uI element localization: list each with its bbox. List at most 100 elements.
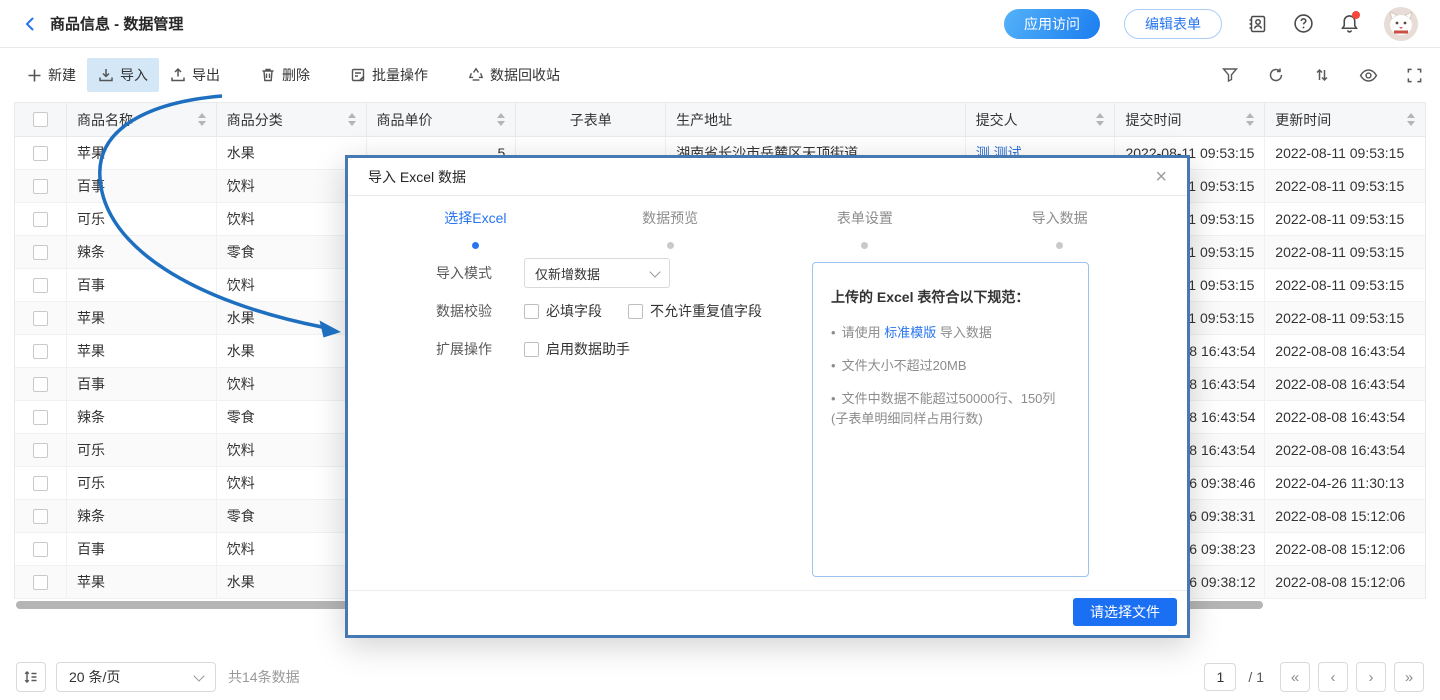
checkbox-box[interactable] — [524, 304, 539, 319]
sort-carets-icon[interactable] — [1096, 113, 1104, 126]
recycle-bin-button[interactable]: 数据回收站 — [457, 58, 571, 92]
checkbox-box[interactable] — [628, 304, 643, 319]
no-duplicate-checkbox[interactable]: 不允许重复值字段 — [628, 301, 762, 321]
delete-button[interactable]: 删除 — [249, 58, 321, 92]
row-checkbox[interactable] — [33, 377, 48, 392]
row-height-icon[interactable] — [16, 662, 46, 692]
column-header-name[interactable]: 商品名称 — [67, 103, 217, 136]
cell-name: 辣条 — [67, 236, 217, 268]
upload-notice-panel: 上传的 Excel 表符合以下规范： •请使用 标准模版 导入数据 •文件大小不… — [812, 262, 1089, 577]
recycle-icon — [468, 67, 484, 83]
import-icon — [98, 67, 114, 83]
column-header-price[interactable]: 商品单价 — [367, 103, 517, 136]
column-header-submitter[interactable]: 提交人 — [966, 103, 1116, 136]
row-checkbox[interactable] — [33, 542, 48, 557]
import-button[interactable]: 导入 — [87, 58, 159, 92]
cell-update-time: 2022-08-08 15:12:06 — [1265, 500, 1425, 532]
close-icon[interactable]: × — [1155, 167, 1167, 187]
data-validation-label: 数据校验 — [436, 301, 498, 321]
column-header-update-time[interactable]: 更新时间 — [1265, 103, 1425, 136]
first-page-button[interactable]: « — [1280, 662, 1310, 692]
cell-name: 百事 — [67, 269, 217, 301]
refresh-icon[interactable] — [1266, 65, 1286, 85]
import-mode-select[interactable]: 仅新增数据 — [524, 258, 670, 288]
page-number-input[interactable]: 1 — [1204, 663, 1236, 691]
delete-label: 删除 — [282, 65, 310, 85]
help-icon[interactable] — [1292, 13, 1314, 35]
import-label: 导入 — [120, 65, 148, 85]
row-checkbox[interactable] — [33, 179, 48, 194]
select-all-checkbox[interactable] — [33, 112, 48, 127]
next-page-button[interactable]: › — [1356, 662, 1386, 692]
step-select-excel[interactable]: 选择Excel — [378, 208, 573, 249]
prev-page-button[interactable]: ‹ — [1318, 662, 1348, 692]
column-header-category[interactable]: 商品分类 — [217, 103, 367, 136]
cell-update-time: 2022-08-08 16:43:54 — [1265, 434, 1425, 466]
app-access-button[interactable]: 应用访问 — [1004, 9, 1100, 39]
chevron-down-icon — [193, 670, 204, 681]
step-dot — [1056, 242, 1063, 249]
step-form-settings[interactable]: 表单设置 — [768, 208, 963, 249]
export-button[interactable]: 导出 — [159, 58, 231, 92]
extension-operation-label: 扩展操作 — [436, 339, 498, 359]
filter-icon[interactable] — [1220, 65, 1240, 85]
row-checkbox[interactable] — [33, 311, 48, 326]
column-header-address[interactable]: 生产地址 — [666, 103, 966, 136]
toolbar-right-icons — [1220, 65, 1424, 85]
step-dot — [861, 242, 868, 249]
standard-template-link[interactable]: 标准模版 — [884, 325, 936, 340]
edit-form-button[interactable]: 编辑表单 — [1124, 9, 1222, 39]
fullscreen-icon[interactable] — [1404, 65, 1424, 85]
total-count-label: 共14条数据 — [228, 667, 300, 687]
page-size-select[interactable]: 20 条/页 — [56, 662, 216, 692]
row-checkbox[interactable] — [33, 509, 48, 524]
sort-carets-icon[interactable] — [1407, 113, 1415, 126]
chevron-down-icon — [649, 266, 660, 277]
select-file-button[interactable]: 请选择文件 — [1073, 598, 1177, 626]
page: 商品信息 - 数据管理 应用访问 编辑表单 新建 导 — [0, 0, 1440, 700]
batch-operation-button[interactable]: 批量操作 — [339, 58, 439, 92]
step-import-data[interactable]: 导入数据 — [962, 208, 1157, 249]
notice-item-limits: •文件中数据不能超过50000行、150列(子表单明细同样占用行数) — [831, 389, 1070, 429]
row-checkbox[interactable] — [33, 278, 48, 293]
back-button[interactable] — [22, 16, 38, 32]
modal-header: 导入 Excel 数据 × — [348, 158, 1187, 196]
user-avatar[interactable] — [1384, 7, 1418, 41]
sort-icon[interactable] — [1312, 65, 1332, 85]
row-checkbox[interactable] — [33, 476, 48, 491]
recycle-label: 数据回收站 — [490, 65, 560, 85]
page-total-label: / 1 — [1248, 669, 1264, 685]
notification-bell-icon[interactable] — [1338, 13, 1360, 35]
column-header-submit-time[interactable]: 提交时间 — [1115, 103, 1265, 136]
last-page-button[interactable]: » — [1394, 662, 1424, 692]
visibility-eye-icon[interactable] — [1358, 65, 1378, 85]
sort-carets-icon[interactable] — [198, 113, 206, 126]
new-button[interactable]: 新建 — [16, 58, 87, 92]
data-assistant-checkbox[interactable]: 启用数据助手 — [524, 339, 630, 359]
cell-name: 可乐 — [67, 467, 217, 499]
sort-carets-icon[interactable] — [1246, 113, 1254, 126]
checkbox-box[interactable] — [524, 342, 539, 357]
cell-update-time: 2022-08-08 15:12:06 — [1265, 533, 1425, 565]
row-checkbox[interactable] — [33, 410, 48, 425]
sort-carets-icon[interactable] — [348, 113, 356, 126]
row-checkbox[interactable] — [33, 146, 48, 161]
column-header-subform[interactable]: 子表单 — [516, 103, 666, 136]
batch-label: 批量操作 — [372, 65, 428, 85]
cell-update-time: 2022-08-08 16:43:54 — [1265, 335, 1425, 367]
cell-update-time: 2022-08-11 09:53:15 — [1265, 269, 1425, 301]
trash-icon — [260, 67, 276, 83]
required-fields-checkbox[interactable]: 必填字段 — [524, 301, 602, 321]
contacts-icon[interactable] — [1246, 13, 1268, 35]
row-checkbox[interactable] — [33, 443, 48, 458]
cell-name: 苹果 — [67, 335, 217, 367]
row-checkbox[interactable] — [33, 245, 48, 260]
table-header: 商品名称 商品分类 商品单价 子表单 生产地址 提交人 提交时间 更新时间 — [15, 103, 1425, 137]
batch-edit-icon — [350, 67, 366, 83]
row-checkbox[interactable] — [33, 212, 48, 227]
sort-carets-icon[interactable] — [497, 113, 505, 126]
row-checkbox[interactable] — [33, 344, 48, 359]
step-data-preview[interactable]: 数据预览 — [573, 208, 768, 249]
topbar: 商品信息 - 数据管理 应用访问 编辑表单 — [0, 0, 1440, 48]
row-checkbox[interactable] — [33, 575, 48, 590]
